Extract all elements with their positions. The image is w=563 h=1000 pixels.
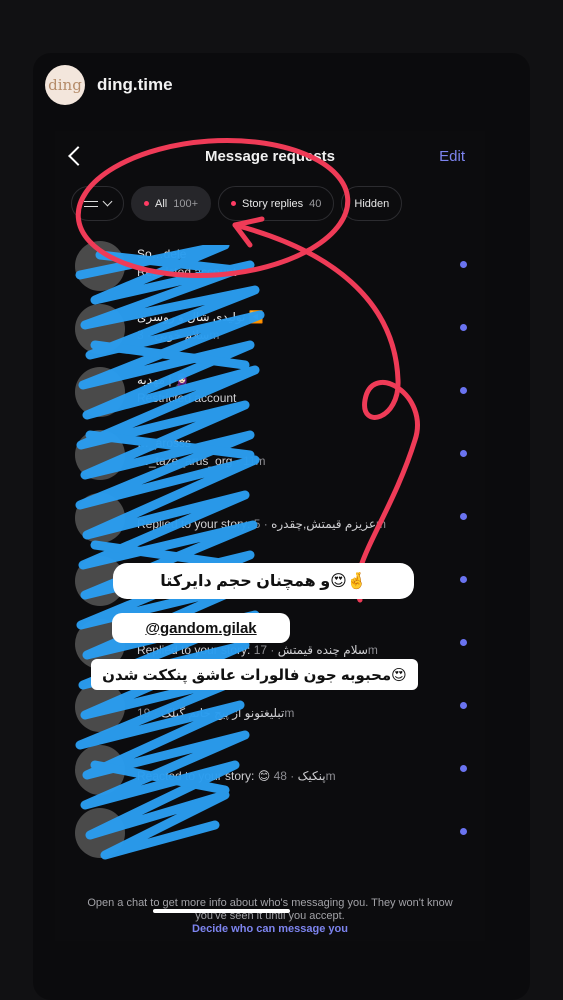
message-preview: Reacted to your story: 😊 پنکیک · 48m: [137, 769, 336, 783]
edit-button[interactable]: Edit: [439, 148, 465, 165]
unread-dot: [460, 387, 467, 394]
unread-dot: [460, 513, 467, 520]
unread-dot: [460, 639, 467, 646]
avatar: [75, 367, 125, 417]
list-item[interactable]: تولیدی شال و روسری ◀️ سلام خوبی · 3m: [55, 304, 485, 364]
filter-hidden[interactable]: Hidden: [341, 186, 403, 221]
filter-label: Hidden: [354, 197, 390, 210]
unread-dot: [460, 828, 467, 835]
list-item[interactable]: …_arosss …_taze_arus_org · 11m: [55, 430, 485, 490]
filter-story-replies[interactable]: Story replies 40: [218, 186, 335, 221]
list-item[interactable]: Reacted to your story: 😊 پنکیک · 48m: [55, 745, 485, 805]
mention-sticker[interactable]: @gandom.gilak: [112, 613, 290, 643]
message-preview: تبلیغتونو از پیج خانم گیلک · 19m: [137, 706, 295, 720]
page-title: Message requests: [204, 148, 336, 165]
list-item[interactable]: تبلیغتونو از پیج خانم گیلک · 19m: [55, 682, 485, 742]
message-preview: …_taze_arus_org · 11m: [137, 454, 266, 468]
text-sticker-1: و همچنان حجم دایرکتا😍🤞: [113, 563, 414, 599]
list-item[interactable]: مهدیه | 🧕🏻 Restricted account: [55, 367, 485, 427]
unread-dot: [460, 324, 467, 331]
filter-all[interactable]: All 100+: [131, 186, 212, 221]
list-item[interactable]: Replied to your story: عزیزم قیمتش,چقدره…: [55, 493, 485, 553]
mention-text[interactable]: @gandom.gilak: [145, 620, 256, 637]
avatar: [75, 745, 125, 795]
unread-dot: [460, 702, 467, 709]
avatar: [75, 241, 125, 291]
avatar: [75, 808, 125, 858]
filter-dot: [144, 201, 149, 206]
message-preview: Restricted account: [137, 265, 237, 279]
sender-name: مهدیه | 🧕🏻: [137, 373, 190, 387]
filter-label: Story replies: [242, 197, 304, 210]
filter-count: 100+: [173, 197, 199, 210]
story-avatar[interactable]: ding: [45, 65, 85, 105]
filter-dot: [231, 201, 237, 206]
message-preview: Replied to your story: عزیزم قیمتش,چقدره…: [137, 517, 387, 531]
filter-bar: All 100+ Story replies 40 Hidden: [71, 186, 403, 221]
filter-count: 40: [309, 197, 322, 210]
story-header: ding ding.time: [45, 65, 173, 105]
unread-dot: [460, 261, 467, 268]
avatar: [75, 493, 125, 543]
list-item[interactable]: [55, 808, 485, 868]
filter-options-button[interactable]: [71, 186, 124, 221]
story-frame: ding ding.time Message requests Edit All…: [33, 53, 530, 1000]
home-indicator[interactable]: [153, 909, 290, 913]
list-item[interactable]: So…dele Restricted account: [55, 241, 485, 301]
sender-name: So…dele: [137, 247, 187, 261]
top-bar: Message requests Edit: [55, 141, 485, 171]
message-requests-screen: Message requests Edit All 100+ Story rep…: [55, 131, 485, 941]
unread-dot: [460, 450, 467, 457]
chevron-down-icon: [102, 196, 113, 207]
filter-label: All: [155, 197, 168, 210]
privacy-settings-link[interactable]: Decide who can message you: [55, 923, 485, 935]
message-preview: Restricted account: [137, 391, 237, 405]
message-preview: سلام خوبی · 3m: [137, 328, 220, 342]
unread-dot: [460, 576, 467, 583]
sender-name: تولیدی شال و روسری ◀️: [137, 310, 264, 324]
text-sticker-3: محبوبه جون فالورات عاشق پنککت شدن😍: [91, 659, 418, 690]
unread-dot: [460, 765, 467, 772]
avatar: [75, 430, 125, 480]
message-preview: Replied to your story: سلام چنده قیمتش ·…: [137, 643, 378, 657]
sliders-icon: [84, 198, 98, 210]
avatar: [75, 304, 125, 354]
story-username[interactable]: ding.time: [97, 75, 173, 95]
sender-name: …_arosss: [137, 436, 192, 450]
